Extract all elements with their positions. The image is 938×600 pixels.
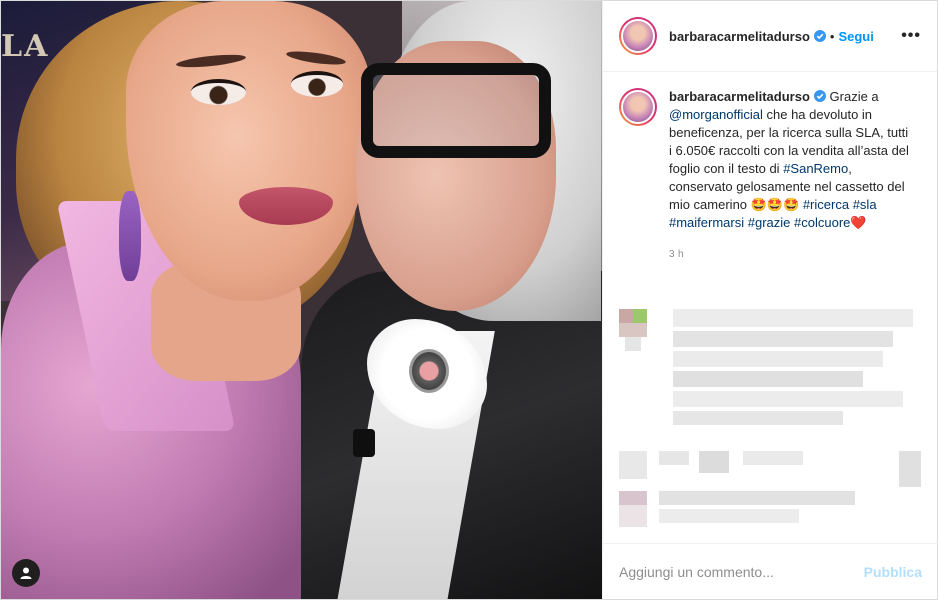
blurred-comment-line (743, 451, 803, 465)
blurred-comment-line (673, 331, 893, 347)
photo-glasses (361, 63, 551, 158)
blurred-comment-line (899, 451, 921, 487)
blurred-avatar (625, 337, 641, 351)
post-side-panel: barbaracarmelitadurso • Segui ••• barbar… (602, 1, 938, 599)
post-photo[interactable]: LA (1, 1, 602, 599)
hashtag-ricerca[interactable]: #ricerca (803, 197, 849, 212)
mention-link[interactable]: @morganofficial (669, 107, 763, 122)
blurred-avatar (619, 505, 647, 527)
blurred-comment-line (659, 451, 689, 465)
caption-text-1: Grazie a (829, 89, 879, 104)
username-link[interactable]: barbaracarmelitadurso (669, 29, 810, 44)
follow-button[interactable]: Segui (838, 29, 873, 44)
blurred-comment-line (699, 451, 729, 473)
photo-brooch (409, 349, 449, 393)
blurred-comment-line (673, 351, 883, 367)
post-header: barbaracarmelitadurso • Segui ••• (603, 1, 937, 72)
photo-earring (119, 191, 141, 281)
hashtag-maifermarsi[interactable]: #maifermarsi (669, 215, 744, 230)
separator-dot: • (829, 28, 835, 44)
hashtag-sla[interactable]: #sla (853, 197, 877, 212)
verified-badge-icon (813, 30, 826, 42)
blurred-comment-line (673, 371, 863, 387)
add-comment-bar: Pubblica (603, 543, 938, 599)
post-timestamp[interactable]: 3 h (669, 246, 909, 264)
blurred-comment-line (673, 309, 913, 327)
avatar[interactable] (619, 17, 657, 55)
blurred-comment-line (673, 411, 843, 425)
hashtag-sanremo[interactable]: #SanRemo (783, 161, 848, 176)
photo-eye-left (191, 79, 246, 105)
caption-avatar[interactable] (619, 88, 657, 126)
photo-eye-right (291, 71, 343, 97)
blurred-comments (603, 301, 938, 541)
blurred-comment-line (659, 491, 855, 505)
tagged-users-button[interactable] (12, 559, 40, 587)
instagram-post-modal: LA barbaracarmelitadurso • Segui ••• bar… (0, 0, 938, 600)
comment-input[interactable] (619, 563, 864, 580)
heart-emoji: ❤️ (850, 215, 867, 230)
blurred-comment-line (673, 391, 903, 407)
publish-button[interactable]: Pubblica (864, 564, 922, 580)
caption-username[interactable]: barbaracarmelitadurso (669, 89, 810, 104)
photo-lapel-mic (353, 429, 375, 457)
blurred-avatar (619, 323, 647, 337)
blurred-avatar (619, 491, 647, 505)
caption: barbaracarmelitadurso Grazie a @morganof… (603, 72, 937, 264)
blurred-avatar (619, 309, 633, 323)
blurred-avatar (633, 309, 647, 323)
more-options-icon[interactable]: ••• (901, 27, 921, 45)
blurred-comment-line (659, 509, 799, 523)
verified-badge-icon (813, 90, 826, 102)
user-icon (20, 567, 32, 579)
hashtag-colcuore[interactable]: #colcuore (794, 215, 850, 230)
caption-body: barbaracarmelitadurso Grazie a @morganof… (669, 88, 909, 264)
hashtag-grazie[interactable]: #grazie (748, 215, 791, 230)
blurred-avatar (619, 451, 647, 479)
